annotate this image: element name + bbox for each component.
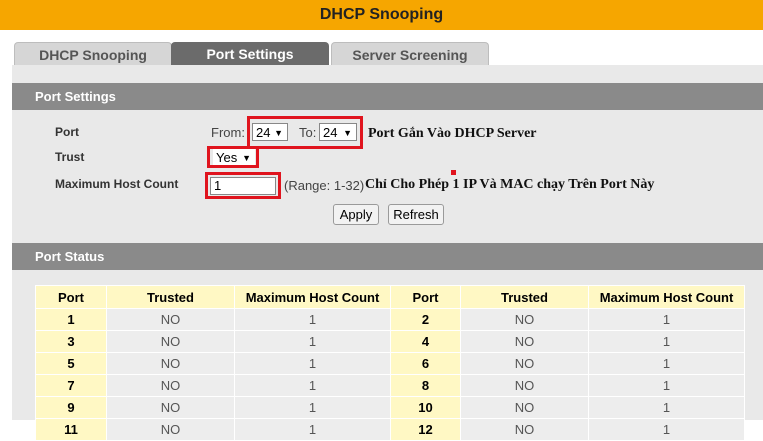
port-cell: 5	[35, 352, 107, 375]
trusted-cell: NO	[460, 418, 589, 441]
port-cell: 7	[35, 374, 107, 397]
trusted-cell: NO	[106, 352, 235, 375]
column-header: Maximum Host Count	[588, 285, 745, 309]
trusted-cell: NO	[106, 396, 235, 419]
trusted-cell: NO	[460, 308, 589, 331]
column-header: Port	[35, 285, 107, 309]
max-host-cell: 1	[234, 330, 391, 353]
red-marker	[451, 170, 456, 175]
trusted-cell: NO	[106, 308, 235, 331]
refresh-button[interactable]: Refresh	[388, 204, 444, 225]
apply-button[interactable]: Apply	[333, 204, 379, 225]
table-row: 5 NO 1 6 NO 1	[35, 352, 745, 375]
max-host-cell: 1	[234, 418, 391, 441]
trust-highlight-box	[207, 146, 259, 168]
table-row: 9 NO 1 10 NO 1	[35, 396, 745, 419]
trusted-cell: NO	[460, 330, 589, 353]
column-header: Maximum Host Count	[234, 285, 391, 309]
tab-dhcp-snooping[interactable]: DHCP Snooping	[14, 42, 172, 67]
max-host-highlight-box	[205, 172, 281, 199]
port-cell: 10	[390, 396, 461, 419]
port-cell: 6	[390, 352, 461, 375]
trusted-cell: NO	[106, 374, 235, 397]
trusted-cell: NO	[106, 418, 235, 441]
max-host-cell: 1	[234, 396, 391, 419]
host-annotation: Chỉ Cho Phép 1 IP Và MAC chạy Trên Port …	[365, 177, 655, 192]
max-host-cell: 1	[588, 308, 745, 331]
trusted-cell: NO	[460, 396, 589, 419]
table-row: 3 NO 1 4 NO 1	[35, 330, 745, 353]
range-text: (Range: 1-32)	[284, 178, 365, 193]
port-cell: 3	[35, 330, 107, 353]
port-cell: 2	[390, 308, 461, 331]
tab-port-settings[interactable]: Port Settings	[171, 42, 329, 66]
port-label: Port	[55, 125, 79, 139]
max-host-cell: 1	[234, 374, 391, 397]
port-cell: 1	[35, 308, 107, 331]
trusted-cell: NO	[106, 330, 235, 353]
from-label: From:	[211, 125, 245, 140]
max-host-cell: 1	[234, 352, 391, 375]
port-annotation: Port Gắn Vào DHCP Server	[368, 126, 537, 141]
port-cell: 9	[35, 396, 107, 419]
max-host-cell: 1	[588, 418, 745, 441]
tab-bar: DHCP Snooping Port Settings Server Scree…	[0, 30, 763, 67]
max-host-label: Maximum Host Count	[55, 177, 179, 191]
table-row: 7 NO 1 8 NO 1	[35, 374, 745, 397]
port-status-header: Port Status	[12, 243, 763, 270]
trusted-cell: NO	[460, 352, 589, 375]
max-host-cell: 1	[588, 330, 745, 353]
port-settings-header: Port Settings	[12, 83, 763, 110]
max-host-cell: 1	[588, 396, 745, 419]
table-row: 1 NO 1 2 NO 1	[35, 308, 745, 331]
page-title: DHCP Snooping	[0, 0, 763, 30]
tab-server-screening[interactable]: Server Screening	[331, 42, 489, 67]
column-header: Port	[390, 285, 461, 309]
table-header-row: Port Trusted Maximum Host Count Port Tru…	[35, 285, 745, 309]
max-host-cell: 1	[588, 374, 745, 397]
column-header: Trusted	[460, 285, 589, 309]
column-header: Trusted	[106, 285, 235, 309]
port-highlight-box	[247, 116, 363, 149]
trusted-cell: NO	[460, 374, 589, 397]
max-host-cell: 1	[588, 352, 745, 375]
trust-label: Trust	[55, 150, 85, 164]
port-cell: 11	[35, 418, 107, 441]
port-status-table: Port Trusted Maximum Host Count Port Tru…	[35, 285, 745, 441]
table-row: 11 NO 1 12 NO 1	[35, 418, 745, 441]
port-cell: 12	[390, 418, 461, 441]
max-host-cell: 1	[234, 308, 391, 331]
port-cell: 8	[390, 374, 461, 397]
port-cell: 4	[390, 330, 461, 353]
